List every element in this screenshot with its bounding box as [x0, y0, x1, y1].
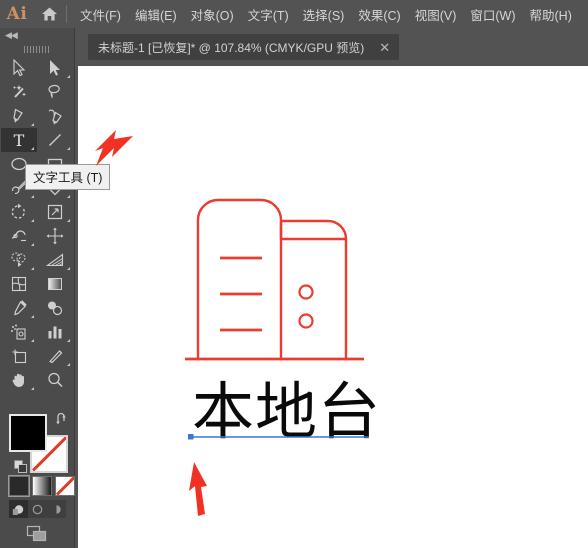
menu-separator — [66, 5, 67, 23]
color-mode-flat[interactable] — [8, 475, 30, 497]
default-fill-stroke-icon[interactable] — [14, 460, 28, 474]
curvature-tool[interactable] — [37, 104, 73, 128]
pen-tool[interactable] — [1, 104, 37, 128]
slice-tool[interactable] — [37, 344, 73, 368]
color-mode-gradient[interactable] — [32, 476, 52, 496]
document-tab[interactable]: 未标题-1 [已恢复]* @ 107.84% (CMYK/GPU 预览) ✕ — [88, 34, 400, 60]
flyout-indicator-icon — [31, 339, 34, 342]
menu-select[interactable]: 选择(S) — [296, 1, 352, 28]
document-tab-title: 未标题-1 [已恢复]* @ 107.84% (CMYK/GPU 预览) — [98, 40, 365, 55]
text-baseline-guide — [188, 434, 369, 440]
menu-help[interactable]: 帮助(H) — [523, 1, 579, 28]
scale-tool[interactable] — [37, 200, 73, 224]
perspective-grid-tool[interactable] — [37, 248, 73, 272]
flyout-indicator-icon — [67, 147, 70, 150]
flyout-indicator-icon — [67, 219, 70, 222]
free-transform-tool[interactable] — [37, 224, 73, 248]
flyout-indicator-icon — [31, 195, 34, 198]
tools-panel: ◀◀ T — [0, 28, 75, 548]
flyout-indicator-icon — [67, 363, 70, 366]
menu-type[interactable]: 文字(T) — [241, 1, 296, 28]
draw-inside[interactable] — [47, 500, 66, 518]
fill-swatch[interactable] — [9, 414, 47, 452]
mesh-tool[interactable] — [1, 272, 37, 296]
width-tool[interactable] — [1, 224, 37, 248]
menu-window[interactable]: 窗口(W) — [463, 1, 522, 28]
menu-view[interactable]: 视图(V) — [408, 1, 464, 28]
menu-file[interactable]: 文件(F) — [73, 1, 128, 28]
close-icon[interactable]: ✕ — [376, 41, 393, 54]
flyout-indicator-icon — [67, 195, 70, 198]
illustrator-window: Ai 文件(F) 编辑(E) 对象(O) 文字(T) 选择(S) 效果(C) 视… — [0, 0, 588, 548]
type-tool[interactable]: T — [1, 128, 37, 152]
menu-edit[interactable]: 编辑(E) — [128, 1, 184, 28]
color-mode-none[interactable] — [55, 476, 75, 496]
menu-effect[interactable]: 效果(C) — [351, 1, 407, 28]
tool-grid: T — [0, 56, 74, 392]
svg-text:T: T — [14, 131, 25, 149]
flyout-indicator-icon — [31, 123, 34, 126]
fill-stroke-swatches — [9, 412, 69, 474]
direct-selection-tool[interactable] — [37, 56, 73, 80]
menu-object[interactable]: 对象(O) — [184, 1, 241, 28]
draw-normal[interactable] — [9, 500, 28, 518]
ai-logo: Ai — [6, 4, 28, 24]
flyout-indicator-icon — [67, 339, 70, 342]
hand-tool[interactable] — [1, 368, 37, 392]
flyout-indicator-icon — [31, 147, 34, 150]
flyout-indicator-icon — [31, 243, 34, 246]
menu-bar: Ai 文件(F) 编辑(E) 对象(O) 文字(T) 选择(S) 效果(C) 视… — [0, 0, 588, 28]
home-icon[interactable] — [34, 0, 64, 28]
tool-tooltip: 文字工具 (T) — [25, 164, 111, 190]
flyout-indicator-icon — [31, 315, 34, 318]
rotate-tool[interactable] — [1, 200, 37, 224]
document-tab-bar: 未标题-1 [已恢复]* @ 107.84% (CMYK/GPU 预览) ✕ — [78, 28, 588, 66]
shape-builder-tool[interactable] — [1, 248, 37, 272]
collapse-panel-icon[interactable]: ◀◀ — [0, 28, 74, 42]
panel-grip[interactable] — [0, 42, 74, 56]
artboard-tool[interactable] — [1, 344, 37, 368]
flyout-indicator-icon — [31, 267, 34, 270]
flyout-indicator-icon — [67, 267, 70, 270]
color-mode-buttons — [8, 475, 75, 497]
change-screen-mode[interactable] — [22, 524, 52, 544]
draw-behind[interactable] — [28, 500, 47, 518]
symbol-sprayer-tool[interactable] — [1, 320, 37, 344]
artboard-canvas[interactable]: 本地台 — [78, 66, 588, 548]
flyout-indicator-icon — [31, 219, 34, 222]
zoom-tool[interactable] — [37, 368, 73, 392]
eyedropper-tool[interactable] — [1, 296, 37, 320]
blend-tool[interactable] — [37, 296, 73, 320]
lasso-tool[interactable] — [37, 80, 73, 104]
magic-wand-tool[interactable] — [1, 80, 37, 104]
swap-fill-stroke-icon[interactable] — [55, 412, 69, 426]
flyout-indicator-icon — [31, 387, 34, 390]
color-controls — [0, 410, 75, 548]
selection-tool[interactable] — [1, 56, 37, 80]
none-slash-icon — [56, 477, 74, 495]
flyout-indicator-icon — [67, 75, 70, 78]
column-graph-tool[interactable] — [37, 320, 73, 344]
line-segment-tool[interactable] — [37, 128, 73, 152]
draw-mode-buttons — [9, 500, 66, 518]
gradient-tool[interactable] — [37, 272, 73, 296]
grip-lines-icon — [24, 45, 50, 53]
